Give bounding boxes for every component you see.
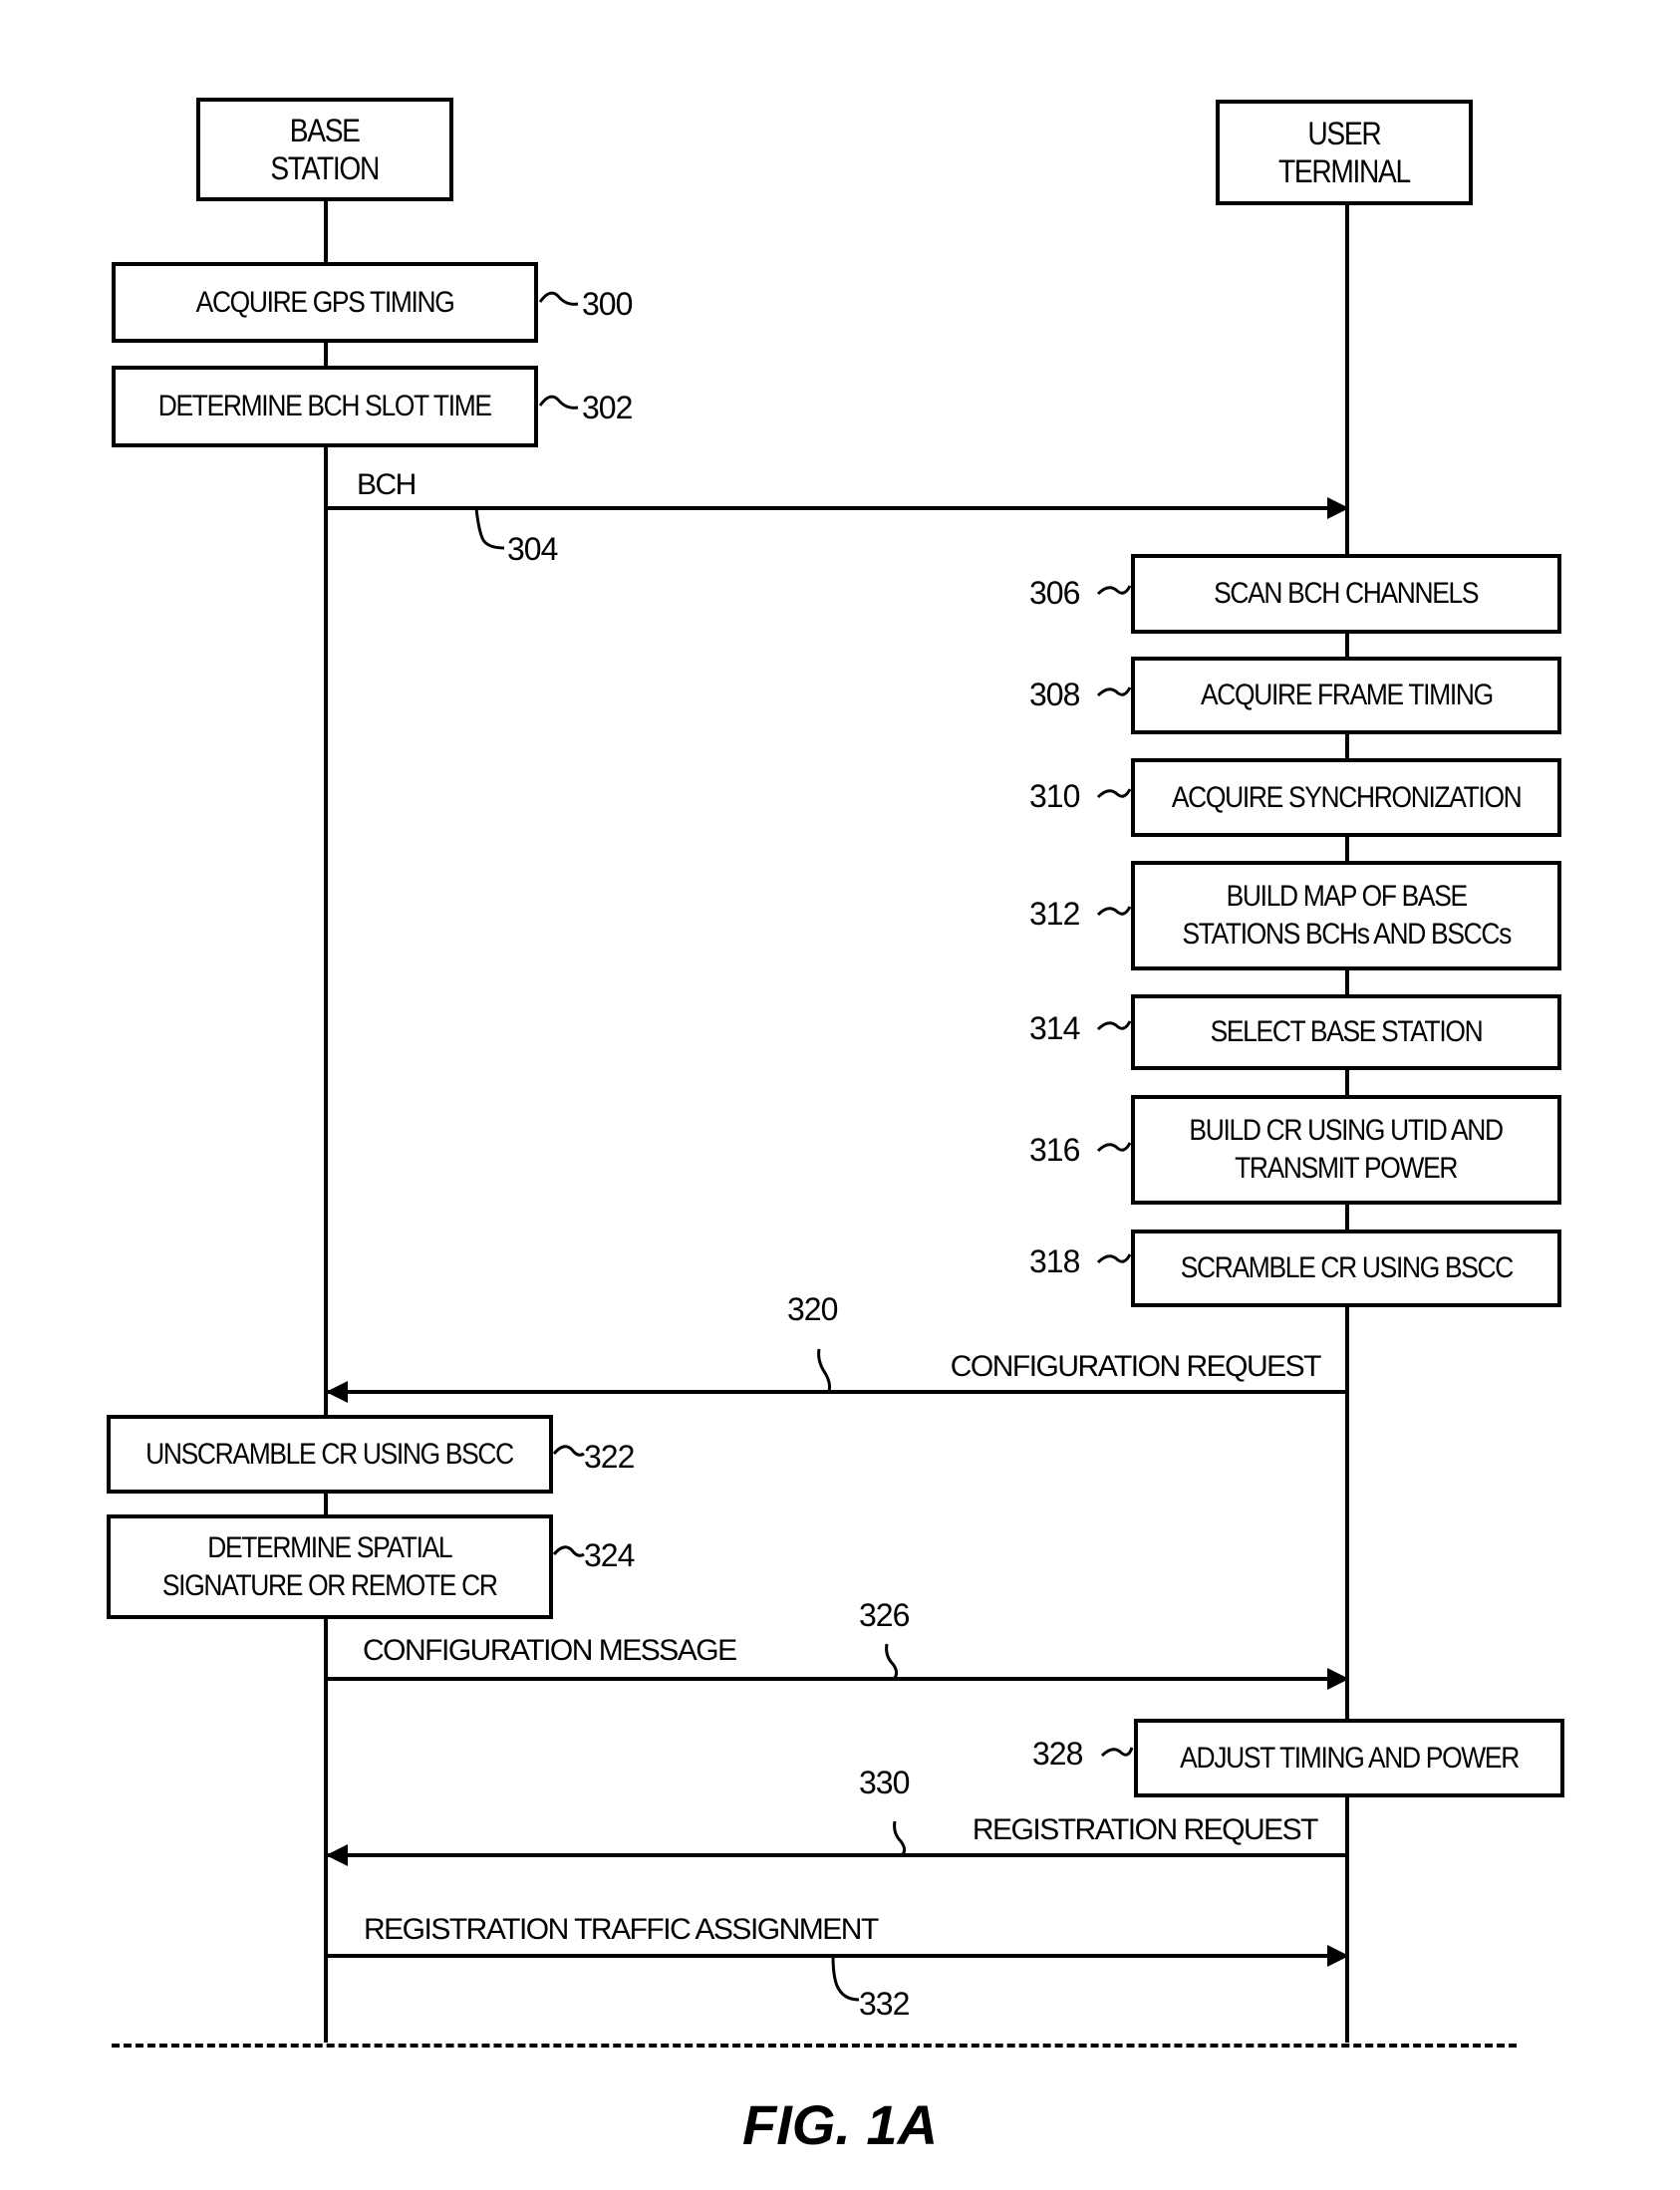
step-312-box: BUILD MAP OF BASE STATIONS BCHs AND BSCC… <box>1131 861 1561 970</box>
leader-322 <box>552 1445 585 1457</box>
step-302-box: DETERMINE BCH SLOT TIME <box>112 366 538 447</box>
message-registration-request-arrow <box>326 1844 1347 1866</box>
ref-302: 302 <box>582 390 633 425</box>
step-328-label: ADJUST TIMING AND POWER <box>1180 1741 1520 1775</box>
base-station-lifeline <box>324 199 328 2043</box>
leader-302 <box>538 395 579 410</box>
ref-304: 304 <box>507 531 558 567</box>
ref-322: 322 <box>584 1439 635 1475</box>
ref-310: 310 <box>1029 778 1080 814</box>
message-registration-request-label: REGISTRATION REQUEST <box>972 1813 1319 1846</box>
message-registration-traffic-assignment-label: REGISTRATION TRAFFIC ASSIGNMENT <box>364 1913 879 1946</box>
leader-314 <box>1096 1020 1132 1031</box>
leader-304 <box>474 507 505 550</box>
ref-306: 306 <box>1029 575 1080 611</box>
arrowhead-icon <box>1327 497 1349 519</box>
leader-318 <box>1096 1253 1132 1264</box>
step-314-label: SELECT BASE STATION <box>1210 1015 1484 1048</box>
step-318-box: SCRAMBLE CR USING BSCC <box>1131 1230 1561 1307</box>
step-328-box: ADJUST TIMING AND POWER <box>1134 1719 1564 1797</box>
leader-316 <box>1096 1142 1132 1153</box>
ref-308: 308 <box>1029 677 1080 712</box>
leader-320 <box>817 1348 831 1392</box>
arrowhead-icon <box>1327 1945 1349 1967</box>
leader-300 <box>538 291 579 306</box>
step-324-label: DETERMINE SPATIAL SIGNATURE OR REMOTE CR <box>162 1530 498 1602</box>
ref-300: 300 <box>582 286 633 322</box>
message-configuration-request-label: CONFIGURATION REQUEST <box>950 1350 1322 1383</box>
arrowhead-icon <box>326 1381 348 1403</box>
figure-caption: FIG. 1A <box>741 2093 939 2156</box>
message-registration-traffic-assignment-arrow <box>326 1945 1349 1967</box>
ref-314: 314 <box>1029 1010 1080 1046</box>
ref-332: 332 <box>859 1986 910 2022</box>
step-310-label: ACQUIRE SYNCHRONIZATION <box>1171 780 1523 814</box>
message-configuration-message-label: CONFIGURATION MESSAGE <box>363 1634 737 1667</box>
ref-324: 324 <box>584 1537 635 1573</box>
ref-326: 326 <box>859 1597 910 1633</box>
message-bch-arrow <box>326 497 1349 519</box>
continuation-dashed-line <box>112 2044 1517 2048</box>
arrowhead-icon <box>326 1844 348 1866</box>
user-terminal-label: USER TERMINAL <box>1278 116 1411 189</box>
base-station-actor: BASE STATION <box>196 98 453 201</box>
leader-306 <box>1096 585 1132 596</box>
ref-320: 320 <box>787 1291 838 1327</box>
leader-308 <box>1096 686 1132 697</box>
arrowhead-icon <box>1327 1668 1349 1690</box>
leader-312 <box>1096 906 1132 917</box>
ref-316: 316 <box>1029 1132 1080 1168</box>
step-316-box: BUILD CR USING UTID AND TRANSMIT POWER <box>1131 1095 1561 1205</box>
step-316-label: BUILD CR USING UTID AND TRANSMIT POWER <box>1189 1114 1505 1185</box>
leader-328 <box>1100 1747 1134 1758</box>
leader-332 <box>831 1955 860 2002</box>
ref-312: 312 <box>1029 896 1080 932</box>
ref-318: 318 <box>1029 1243 1080 1279</box>
step-308-label: ACQUIRE FRAME TIMING <box>1200 679 1494 711</box>
step-302-label: DETERMINE BCH SLOT TIME <box>158 390 492 422</box>
message-bch-label: BCH <box>357 468 417 501</box>
message-configuration-message-arrow <box>326 1668 1349 1690</box>
step-306-label: SCAN BCH CHANNELS <box>1214 577 1479 610</box>
leader-324 <box>552 1545 585 1557</box>
step-306-box: SCAN BCH CHANNELS <box>1131 554 1561 634</box>
ref-328: 328 <box>1032 1736 1083 1772</box>
step-318-label: SCRAMBLE CR USING BSCC <box>1180 1251 1514 1284</box>
message-configuration-request-arrow <box>326 1381 1347 1403</box>
leader-330 <box>893 1820 907 1855</box>
user-terminal-actor: USER TERMINAL <box>1216 100 1473 205</box>
step-324-box: DETERMINE SPATIAL SIGNATURE OR REMOTE CR <box>107 1514 553 1619</box>
step-314-box: SELECT BASE STATION <box>1131 994 1561 1070</box>
step-322-label: UNSCRAMBLE CR USING BSCC <box>145 1437 515 1471</box>
step-322-box: UNSCRAMBLE CR USING BSCC <box>107 1415 553 1494</box>
step-310-box: ACQUIRE SYNCHRONIZATION <box>1131 758 1561 837</box>
step-312-label: BUILD MAP OF BASE STATIONS BCHs AND BSCC… <box>1182 880 1512 951</box>
step-300-label: ACQUIRE GPS TIMING <box>195 285 455 319</box>
step-300-box: ACQUIRE GPS TIMING <box>112 262 538 343</box>
leader-326 <box>885 1643 899 1679</box>
ref-330: 330 <box>859 1765 910 1800</box>
base-station-label: BASE STATION <box>270 113 381 186</box>
step-308-box: ACQUIRE FRAME TIMING <box>1131 657 1561 734</box>
leader-310 <box>1096 788 1132 799</box>
